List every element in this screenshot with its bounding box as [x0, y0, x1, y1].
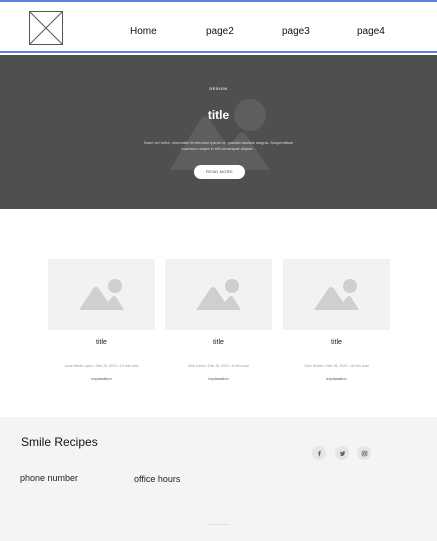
- nav-page2[interactable]: page2: [206, 26, 234, 37]
- footer-brand: Smile Recipes: [21, 435, 98, 449]
- card-image[interactable]: [283, 259, 390, 330]
- card-image[interactable]: [48, 259, 155, 330]
- hero-title: title: [207, 108, 230, 122]
- card-excerpt: explanation: [326, 376, 347, 381]
- site-footer: Smile Recipes phone number office hours: [0, 417, 437, 541]
- card-title[interactable]: title: [165, 339, 272, 346]
- logo-placeholder-icon[interactable]: [29, 11, 63, 45]
- card-excerpt: explanation: [208, 376, 229, 381]
- card-meta: Bob Jones • Feb 18, 2022 • 8 min read: [188, 364, 249, 368]
- site-header: Home page2 page3 page4: [0, 0, 437, 53]
- read-more-button[interactable]: READ MORE: [194, 165, 245, 179]
- nav-page4[interactable]: page4: [357, 26, 385, 37]
- instagram-icon[interactable]: [357, 446, 371, 460]
- phone-number: phone number: [20, 473, 79, 483]
- hero-description: Nunc vel tortor, venenatis fermentum ips…: [143, 140, 294, 151]
- twitter-icon[interactable]: [335, 446, 349, 460]
- instagram-glyph: [361, 450, 367, 456]
- card-title[interactable]: title: [48, 339, 155, 346]
- card-image[interactable]: [165, 259, 272, 330]
- footer-divider: [208, 524, 230, 525]
- twitter-glyph: [339, 450, 345, 456]
- facebook-glyph: [317, 450, 321, 456]
- hero-banner: DESIGN title Nunc vel tortor, venenatis …: [0, 55, 437, 209]
- facebook-icon[interactable]: [312, 446, 326, 460]
- card-meta: Anna Maria Lopez • Mar 26, 2022 • 10 min…: [64, 364, 139, 368]
- image-placeholder-icon: [196, 279, 241, 310]
- nav-home[interactable]: Home: [130, 26, 157, 37]
- card-excerpt: explanation: [91, 376, 112, 381]
- nav-page3[interactable]: page3: [282, 26, 310, 37]
- image-placeholder-icon: [170, 99, 270, 170]
- card-title[interactable]: title: [283, 339, 390, 346]
- hero-category: DESIGN: [209, 86, 228, 91]
- card-meta: John Hunter • Mar 06, 2022 • 18 min read: [304, 364, 369, 368]
- image-placeholder-icon: [79, 279, 124, 310]
- image-placeholder-icon: [314, 279, 359, 310]
- office-hours: office hours: [134, 474, 181, 484]
